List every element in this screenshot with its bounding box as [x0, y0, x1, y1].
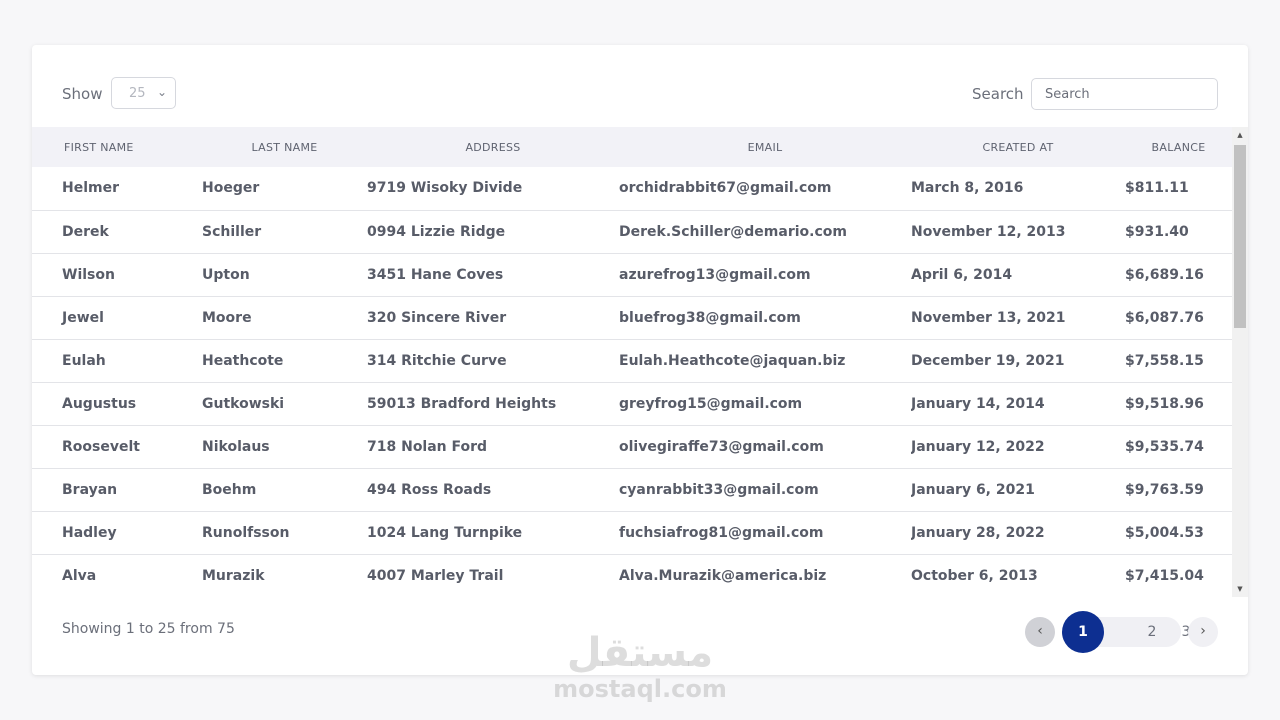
cell-first-name: Brayan: [62, 481, 118, 498]
table-row[interactable]: Wilson Upton 3451 Hane Coves azurefrog13…: [32, 253, 1232, 296]
page-button-1-active[interactable]: 1: [1062, 611, 1104, 653]
cell-address: 9719 Wisoky Divide: [367, 180, 523, 197]
cell-created-at: November 13, 2021: [911, 309, 1066, 326]
cell-balance: $811.11: [1125, 180, 1189, 197]
table-row[interactable]: Derek Schiller 0994 Lizzie Ridge Derek.S…: [32, 210, 1232, 253]
header-first-name[interactable]: FIRST NAME: [32, 127, 202, 167]
table-header-row: FIRST NAME LAST NAME ADDRESS EMAIL CREAT…: [32, 127, 1232, 167]
cell-last-name: Nikolaus: [202, 438, 270, 455]
cell-address: 718 Nolan Ford: [367, 438, 488, 455]
cell-address: 314 Ritchie Curve: [367, 352, 507, 369]
cell-email: Derek.Schiller@demario.com: [619, 223, 847, 240]
watermark-latin-text: mostaql.com: [553, 675, 727, 703]
chevron-left-icon[interactable]: ‹: [1025, 617, 1055, 647]
table-toolbar: Show 25 ⌄ Search: [32, 45, 1248, 127]
cell-first-name: Helmer: [62, 180, 119, 197]
page-button-2[interactable]: 2: [1137, 617, 1167, 647]
cell-email: Eulah.Heathcote@jaquan.biz: [619, 352, 846, 369]
cell-first-name: Jewel: [62, 309, 104, 326]
cell-address: 494 Ross Roads: [367, 481, 492, 498]
table-row[interactable]: Jewel Moore 320 Sincere River bluefrog38…: [32, 296, 1232, 339]
cell-email: bluefrog38@gmail.com: [619, 309, 801, 326]
cell-last-name: Runolfsson: [202, 524, 290, 541]
cell-last-name: Upton: [202, 266, 250, 283]
header-email[interactable]: EMAIL: [619, 127, 911, 167]
search-label: Search: [972, 85, 1024, 103]
cell-balance: $931.40: [1125, 223, 1189, 240]
cell-created-at: November 12, 2013: [911, 223, 1066, 240]
cell-created-at: October 6, 2013: [911, 567, 1038, 584]
cell-created-at: January 12, 2022: [911, 438, 1045, 455]
header-balance[interactable]: BALANCE: [1125, 127, 1232, 167]
cell-last-name: Murazik: [202, 567, 265, 584]
table-row[interactable]: Eulah Heathcote 314 Ritchie Curve Eulah.…: [32, 339, 1232, 382]
cell-last-name: Hoeger: [202, 180, 260, 197]
cell-balance: $9,518.96: [1125, 395, 1204, 412]
table-row[interactable]: Alva Murazik 4007 Marley Trail Alva.Mura…: [32, 554, 1232, 597]
pagination: ‹ 2 3 1 ›: [1025, 611, 1225, 655]
table-row[interactable]: Augustus Gutkowski 59013 Bradford Height…: [32, 382, 1232, 425]
cell-email: olivegiraffe73@gmail.com: [619, 438, 824, 455]
header-address[interactable]: ADDRESS: [367, 127, 619, 167]
cell-last-name: Schiller: [202, 223, 262, 240]
cell-first-name: Hadley: [62, 524, 117, 541]
cell-email: fuchsiafrog81@gmail.com: [619, 524, 824, 541]
cell-address: 320 Sincere River: [367, 309, 507, 326]
data-table: FIRST NAME LAST NAME ADDRESS EMAIL CREAT…: [32, 127, 1232, 597]
page-size-value: 25: [129, 86, 146, 101]
cell-balance: $9,535.74: [1125, 438, 1204, 455]
cell-address: 4007 Marley Trail: [367, 567, 504, 584]
table-row[interactable]: Hadley Runolfsson 1024 Lang Turnpike fuc…: [32, 511, 1232, 554]
table-scrollbar[interactable]: ▲ ▼: [1232, 127, 1248, 597]
chevron-right-icon[interactable]: ›: [1188, 617, 1218, 647]
cell-created-at: January 6, 2021: [911, 481, 1035, 498]
page-size-select[interactable]: 25 ⌄: [111, 77, 176, 109]
table-row[interactable]: Roosevelt Nikolaus 718 Nolan Ford oliveg…: [32, 425, 1232, 468]
scroll-up-arrow-icon[interactable]: ▲: [1232, 131, 1248, 139]
cell-address: 59013 Bradford Heights: [367, 395, 557, 412]
chevron-down-icon: ⌄: [156, 85, 167, 99]
cell-balance: $6,689.16: [1125, 266, 1204, 283]
cell-created-at: March 8, 2016: [911, 180, 1024, 197]
cell-first-name: Eulah: [62, 352, 106, 369]
cell-balance: $7,558.15: [1125, 352, 1204, 369]
cell-email: azurefrog13@gmail.com: [619, 266, 811, 283]
cell-email: cyanrabbit33@gmail.com: [619, 481, 819, 498]
cell-last-name: Moore: [202, 309, 252, 326]
cell-last-name: Heathcote: [202, 352, 284, 369]
scroll-down-arrow-icon[interactable]: ▼: [1232, 585, 1248, 593]
show-label: Show: [62, 85, 103, 103]
cell-first-name: Alva: [62, 567, 97, 584]
cell-last-name: Gutkowski: [202, 395, 285, 412]
cell-first-name: Wilson: [62, 266, 115, 283]
cell-created-at: April 6, 2014: [911, 266, 1013, 283]
cell-address: 0994 Lizzie Ridge: [367, 223, 506, 240]
cell-email: Alva.Murazik@america.biz: [619, 567, 827, 584]
cell-balance: $9,763.59: [1125, 481, 1204, 498]
cell-address: 1024 Lang Turnpike: [367, 524, 523, 541]
cell-created-at: January 14, 2014: [911, 395, 1045, 412]
cell-first-name: Augustus: [62, 395, 137, 412]
table-row[interactable]: Brayan Boehm 494 Ross Roads cyanrabbit33…: [32, 468, 1232, 511]
cell-email: greyfrog15@gmail.com: [619, 395, 803, 412]
cell-created-at: December 19, 2021: [911, 352, 1065, 369]
table-row[interactable]: Helmer Hoeger 9719 Wisoky Divide orchidr…: [32, 167, 1232, 210]
data-table-card: Show 25 ⌄ Search FIRST NAME LAST NAME AD…: [32, 45, 1248, 675]
cell-balance: $7,415.04: [1125, 567, 1204, 584]
header-last-name[interactable]: LAST NAME: [202, 127, 367, 167]
cell-balance: $6,087.76: [1125, 309, 1204, 326]
cell-address: 3451 Hane Coves: [367, 266, 504, 283]
search-input[interactable]: [1031, 78, 1218, 110]
cell-balance: $5,004.53: [1125, 524, 1204, 541]
table-scroll-area[interactable]: FIRST NAME LAST NAME ADDRESS EMAIL CREAT…: [32, 127, 1232, 597]
cell-created-at: January 28, 2022: [911, 524, 1045, 541]
scrollbar-thumb[interactable]: [1234, 145, 1246, 328]
showing-entries-text: Showing 1 to 25 from 75: [62, 621, 235, 637]
cell-last-name: Boehm: [202, 481, 257, 498]
cell-first-name: Derek: [62, 223, 109, 240]
cell-first-name: Roosevelt: [62, 438, 140, 455]
cell-email: orchidrabbit67@gmail.com: [619, 180, 832, 197]
header-created-at[interactable]: CREATED AT: [911, 127, 1125, 167]
table-footer: Showing 1 to 25 from 75 ‹ 2 3 1 ›: [32, 597, 1248, 675]
